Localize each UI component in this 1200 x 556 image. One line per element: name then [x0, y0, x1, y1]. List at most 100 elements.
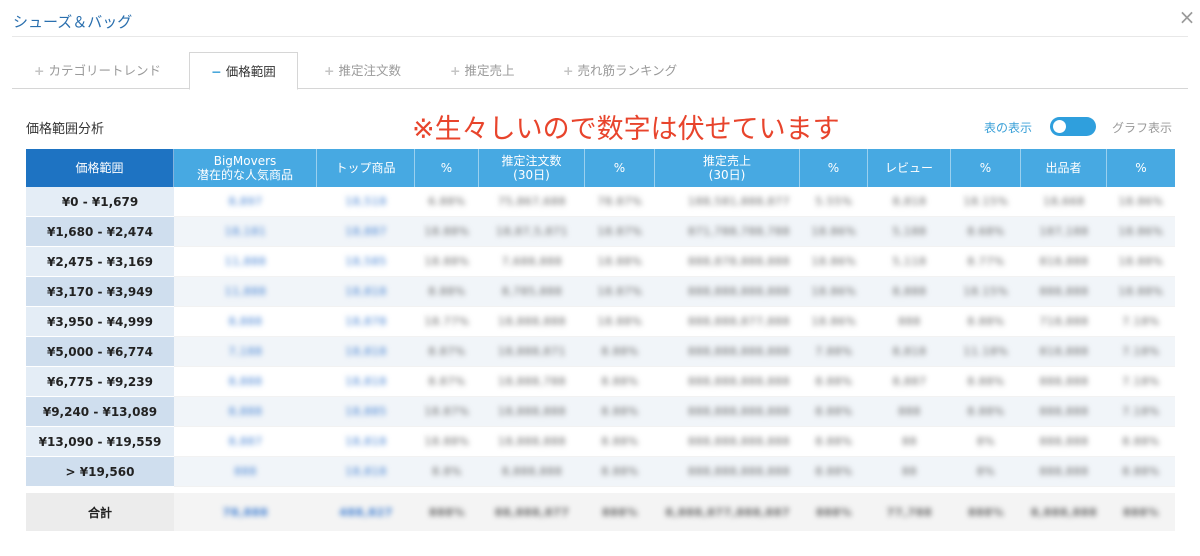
blurred-value[interactable]: 18,585 [345, 255, 387, 268]
close-icon[interactable]: × [1176, 6, 1198, 28]
blurred-value[interactable]: 18,818 [345, 285, 387, 298]
blurred-value: 888,888 [1039, 435, 1089, 448]
blurred-value[interactable]: 18,818 [345, 375, 387, 388]
blurred-value[interactable]: 18,878 [345, 315, 387, 328]
column-header-label: BigMovers [213, 154, 277, 168]
column-header[interactable]: % [1107, 149, 1175, 187]
blurred-value: 888,888 [1039, 465, 1089, 478]
value-cell: 8,887 [174, 427, 317, 457]
tab-price-range[interactable]: − 価格範囲 [189, 52, 298, 90]
blurred-value: 11.18% [963, 345, 1009, 358]
view-toggle-switch[interactable] [1050, 117, 1096, 136]
tab-label: カテゴリートレンド [48, 63, 161, 78]
column-header[interactable]: % [415, 149, 479, 187]
price-range-cell: ¥5,000 - ¥6,774 [26, 337, 174, 367]
value-cell: 88 [868, 427, 951, 457]
tab-estimated-orders[interactable]: + 推定注文数 [324, 52, 401, 89]
value-cell: 188,581,888,877 [655, 187, 800, 217]
blurred-value[interactable]: 18,885 [345, 405, 387, 418]
column-header[interactable]: レビュー [868, 149, 951, 187]
blurred-value: 88,888,877 [494, 505, 570, 519]
blurred-value[interactable]: 8,888 [229, 405, 263, 418]
table-view-label[interactable]: 表の表示 [984, 119, 1032, 136]
plus-icon: + [324, 63, 335, 78]
blurred-value: 18.77% [424, 315, 470, 328]
column-header[interactable]: % [585, 149, 655, 187]
column-header[interactable]: 推定売上 (30日) [655, 149, 800, 187]
value-cell: 18.86% [1107, 187, 1175, 217]
value-cell: 18,888,888 [479, 427, 585, 457]
value-cell: 18,818 [317, 337, 415, 367]
blurred-value[interactable]: 18,818 [345, 345, 387, 358]
value-cell: 888,888,888,888 [655, 277, 800, 307]
blurred-value: 8.88% [967, 405, 1005, 418]
value-cell: 187,188 [1021, 217, 1107, 247]
column-header[interactable]: トップ商品 [317, 149, 415, 187]
value-cell: 18,888,888 [479, 397, 585, 427]
column-header-label: % [1135, 161, 1147, 175]
table-row: ¥3,170 - ¥3,949 11,888 18,818 8.88% 8,785,88… [26, 277, 1175, 307]
blurred-value[interactable]: 8,888 [229, 375, 263, 388]
blurred-value[interactable]: 11,888 [225, 285, 267, 298]
column-header[interactable]: % [951, 149, 1021, 187]
blurred-value: 188,581,888,877 [688, 195, 790, 208]
blurred-value: 18,888,871 [498, 345, 566, 358]
value-cell: 7,188 [174, 337, 317, 367]
blurred-value: 888,888 [1039, 375, 1089, 388]
blurred-value[interactable]: 78,888 [223, 506, 268, 519]
graph-view-label[interactable]: グラフ表示 [1112, 119, 1172, 136]
value-cell: 11,888 [174, 277, 317, 307]
value-cell: 8.88% [585, 337, 655, 367]
value-cell: 18.88% [415, 217, 479, 247]
blurred-value[interactable]: 8,887 [229, 435, 263, 448]
column-header[interactable]: 推定注文数 (30日) [479, 149, 585, 187]
blurred-value: 8,888,888 [501, 465, 563, 478]
blurred-value[interactable]: 888 [234, 465, 257, 478]
blurred-value: 8,818 [892, 345, 927, 358]
blurred-value: 18.87% [597, 225, 643, 238]
blurred-value: 8,888 [892, 285, 927, 298]
blurred-value: 18.86% [811, 225, 857, 238]
tab-estimated-sales[interactable]: + 推定売上 [450, 52, 515, 89]
value-cell: 8,818 [868, 187, 951, 217]
blurred-value[interactable]: 8,897 [229, 195, 263, 208]
blurred-value[interactable]: 8,888 [229, 315, 263, 328]
blurred-value[interactable]: 18,887 [345, 225, 387, 238]
tab-best-seller-ranking[interactable]: + 売れ筋ランキング [563, 52, 677, 89]
blurred-value: 888% [429, 505, 465, 519]
tab-category-trend[interactable]: + カテゴリートレンド [34, 52, 161, 89]
value-cell: 8.87% [415, 337, 479, 367]
blurred-value: 7.18% [1122, 405, 1160, 418]
minus-icon: − [211, 64, 222, 79]
plus-icon: + [563, 63, 574, 78]
blurred-value[interactable]: 7,188 [229, 345, 263, 358]
value-cell: 18,585 [317, 247, 415, 277]
column-header[interactable]: BigMovers 潜在的な人気商品 [174, 149, 317, 187]
value-cell: 88,888,877 [479, 493, 585, 531]
blurred-value[interactable]: 18,181 [225, 225, 267, 238]
blurred-value[interactable]: 11,888 [225, 255, 267, 268]
value-cell: 8.88% [800, 427, 868, 457]
value-cell: 18.87% [585, 277, 655, 307]
blurred-value: 18.88% [424, 435, 470, 448]
value-cell: 18,888,788 [479, 367, 585, 397]
blurred-value[interactable]: 488,827 [339, 506, 393, 519]
blurred-value[interactable]: 18,818 [345, 465, 387, 478]
blurred-value: 18,668 [1043, 195, 1085, 208]
value-cell: 888,888,888,888 [655, 427, 800, 457]
value-cell: 7.18% [1107, 337, 1175, 367]
value-cell: 7.18% [1107, 367, 1175, 397]
value-cell: 8.88% [800, 397, 868, 427]
column-header-label: % [827, 161, 840, 175]
value-cell: 18.86% [800, 307, 868, 337]
blurred-value: 888,878,888,888 [688, 255, 790, 268]
tab-label: 価格範囲 [225, 64, 276, 79]
blurred-value: 8.88% [1122, 435, 1160, 448]
blurred-value[interactable]: 18,518 [345, 195, 387, 208]
column-header[interactable]: 出品者 [1021, 149, 1107, 187]
blurred-value: 8,818 [892, 195, 927, 208]
column-header[interactable]: % [800, 149, 868, 187]
column-header[interactable]: 価格範囲 [26, 149, 174, 187]
blurred-value[interactable]: 18,818 [345, 435, 387, 448]
price-range-cell: ¥2,475 - ¥3,169 [26, 247, 174, 277]
